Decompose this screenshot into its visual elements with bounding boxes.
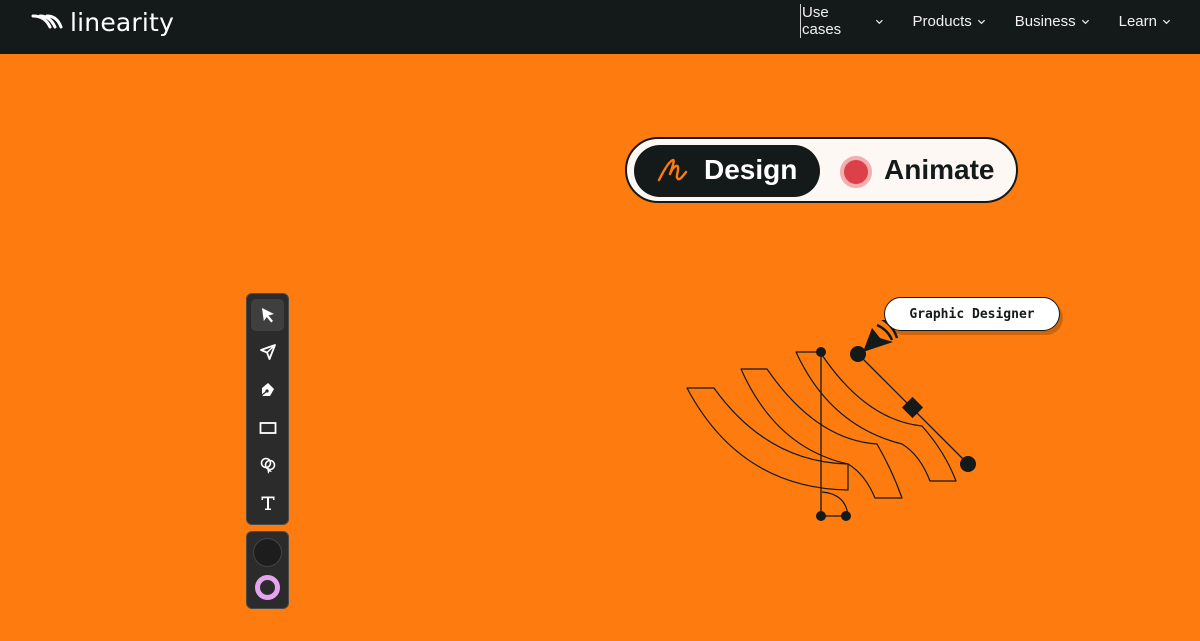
vector-logo-illustration (686, 320, 976, 521)
shape-builder-icon (260, 457, 275, 474)
tools-panel (246, 293, 289, 525)
collaborator-cursor-label: Graphic Designer (884, 297, 1060, 331)
stroke-color-swatch[interactable] (255, 575, 280, 600)
select-tool-button[interactable] (251, 299, 284, 331)
anchor-point[interactable] (841, 511, 851, 521)
brand-name: linearity (70, 7, 175, 37)
handle-point[interactable] (850, 346, 866, 362)
pen-nib-icon (261, 383, 274, 396)
anchor-point[interactable] (816, 511, 826, 521)
text-tool-button[interactable] (251, 487, 284, 519)
animate-label: Animate (884, 154, 995, 185)
arrow-pointer-icon (261, 308, 274, 323)
nav-business[interactable]: Business (1015, 13, 1090, 30)
nav-label: Learn (1118, 12, 1157, 30)
direct-select-tool-button[interactable] (251, 336, 284, 368)
design-label: Design (704, 154, 798, 185)
chevron-down-icon (977, 19, 985, 24)
nav-use-cases[interactable]: Use cases (800, 4, 884, 38)
chevron-down-icon (1081, 19, 1089, 24)
text-t-icon (261, 496, 274, 510)
fill-color-swatch[interactable] (253, 538, 282, 567)
handle-point[interactable] (960, 456, 976, 472)
shape-builder-tool-button[interactable] (251, 449, 284, 481)
anchor-point[interactable] (816, 347, 826, 357)
record-dot-icon (840, 156, 872, 188)
nav-label: Business (1014, 12, 1076, 30)
nav-label: Products (912, 12, 972, 30)
nav-products[interactable]: Products (913, 13, 986, 30)
design-toggle-button[interactable]: Design (634, 145, 820, 197)
selected-anchor[interactable] (901, 396, 924, 419)
chevron-down-icon (875, 19, 883, 24)
node-arrow-icon (259, 344, 276, 360)
nav-label: Use cases (802, 4, 842, 38)
main-nav: Use cases Products Business Learn (800, 4, 1200, 38)
rectangle-tool-button[interactable] (251, 412, 284, 444)
nav-learn[interactable]: Learn (1119, 13, 1171, 30)
top-navbar: linearity Use cases Products Business Le… (0, 0, 1200, 54)
pen-tool-button[interactable] (251, 374, 284, 406)
design-animate-toggle: Design Animate (625, 137, 1018, 203)
brand-logo[interactable]: linearity (30, 6, 174, 38)
linearity-logo-icon (31, 14, 63, 29)
scribble-icon (657, 158, 688, 182)
animate-toggle-button[interactable]: Animate (832, 145, 1012, 197)
chevron-down-icon (1162, 19, 1171, 24)
arc-outer (686, 387, 849, 491)
rectangle-icon (259, 422, 276, 434)
color-swatches-panel (246, 531, 289, 609)
